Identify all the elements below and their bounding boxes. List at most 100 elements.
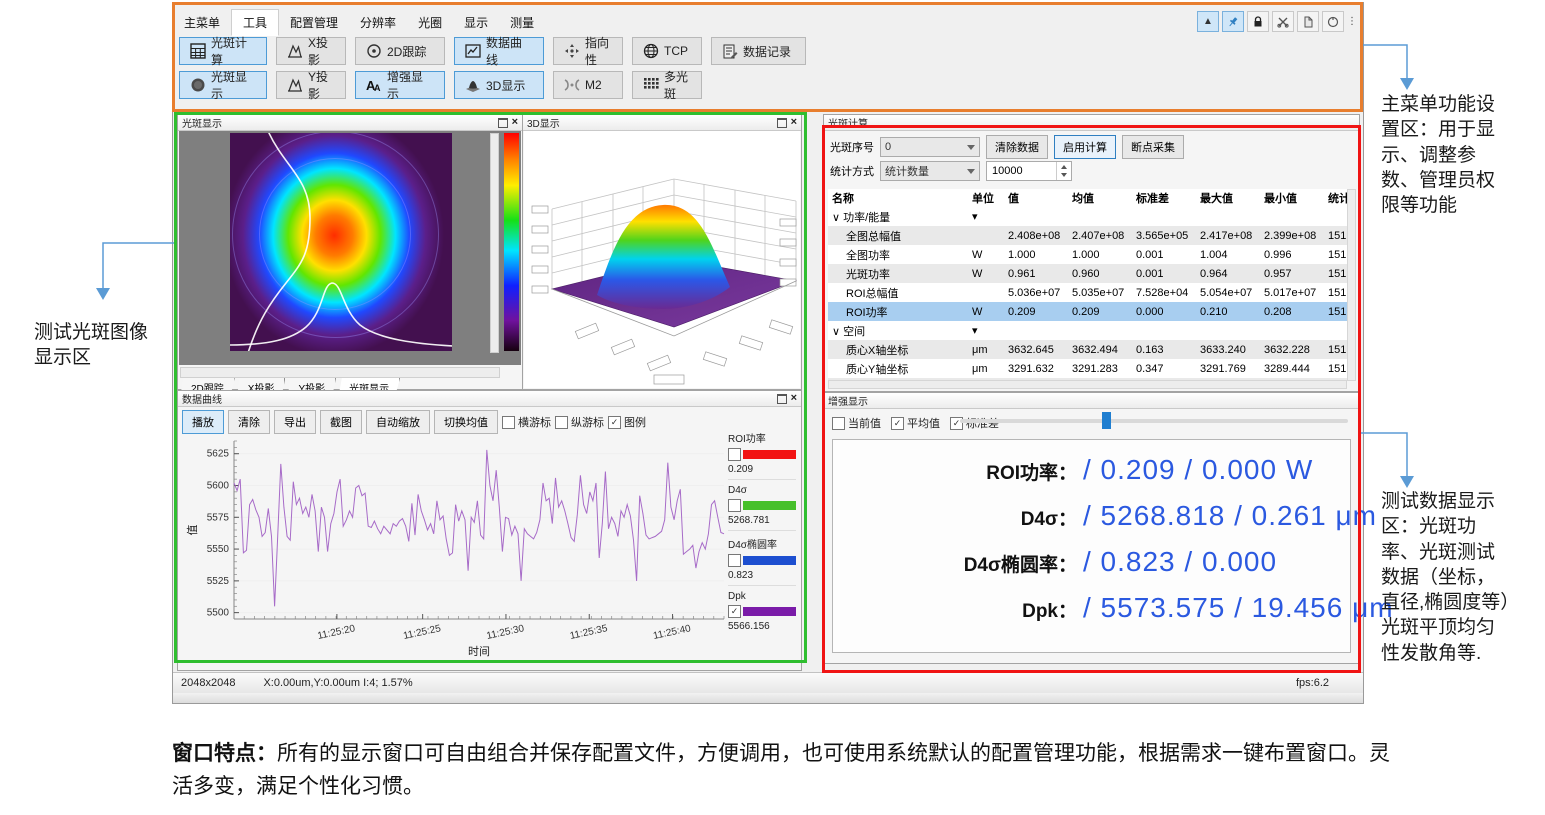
enhanced-value: / 0.209 / 0.000 W xyxy=(1083,454,1350,486)
legend-label: Dpk xyxy=(728,591,796,602)
spot-circle-icon xyxy=(190,77,206,93)
legend-value: 5566.156 xyxy=(728,621,796,632)
menu-tab-aperture[interactable]: 光圈 xyxy=(407,10,453,35)
close-icon[interactable]: × xyxy=(791,394,797,403)
checkbox-icon xyxy=(555,416,568,429)
track-2d-button[interactable]: 2D跟踪 xyxy=(355,37,445,65)
calc-panel-title: 光斑计算 xyxy=(828,115,1355,130)
float-window-icon[interactable] xyxy=(498,118,508,128)
table-row[interactable]: ROI总幅值5.036e+075.035e+077.528e+045.054e+… xyxy=(828,283,1347,302)
legend-checkbox[interactable] xyxy=(728,554,741,567)
checkbox-icon xyxy=(608,416,621,429)
toggle-mean-button[interactable]: 切换均值 xyxy=(434,410,498,434)
curve-legend: ROI功率0.209D4σ5268.781D4σ椭圆率0.823Dpk5566.… xyxy=(728,425,796,636)
threed-display-panel: 3D显示 × xyxy=(522,114,802,390)
play-button[interactable]: 播放 xyxy=(182,410,224,434)
current-value-checkbox[interactable]: 当前值 xyxy=(832,415,881,431)
help-icon[interactable] xyxy=(1322,11,1344,32)
legend-color-bar xyxy=(743,501,796,510)
h-cursor-checkbox[interactable]: 横游标 xyxy=(502,414,551,430)
table-row[interactable]: 质心Y轴坐标μm3291.6323291.2830.3473291.769328… xyxy=(828,359,1347,378)
legend-label: D4σ椭圆率 xyxy=(728,536,796,551)
table-row[interactable]: 全图功率W1.0001.0000.0011.0040.996151 xyxy=(828,245,1347,264)
table-horizontal-scrollbar[interactable] xyxy=(828,380,1347,389)
more-icon[interactable]: ⋮ xyxy=(1347,16,1357,27)
arrow-down-icon xyxy=(1400,476,1414,488)
legend-checkbox[interactable] xyxy=(728,499,741,512)
legend-item: D4σ椭圆率0.823 xyxy=(728,530,796,585)
table-cell: 5.035e+07 xyxy=(1068,287,1132,299)
button-label: 光斑显示 xyxy=(211,68,256,102)
column-header: 标准差 xyxy=(1132,190,1196,206)
menu-tab-config[interactable]: 配置管理 xyxy=(279,10,349,35)
spot-display-button[interactable]: 光斑显示 xyxy=(179,71,267,99)
collapse-arrow-icon[interactable]: ▲ xyxy=(1197,11,1219,32)
table-cell: 全图功率 xyxy=(828,247,968,263)
table-cell: 0.000 xyxy=(1132,306,1196,318)
stat-count-spinner[interactable]: 10000 xyxy=(986,161,1072,181)
spot-calc-button[interactable]: 光斑计算 xyxy=(179,37,267,65)
legend-item: ROI功率0.209 xyxy=(728,425,796,479)
enhanced-line: D4σ：/ 5268.818 / 0.261 μm xyxy=(833,500,1350,532)
table-row[interactable]: ROI功率W0.2090.2090.0000.2100.208151 xyxy=(828,302,1347,321)
menu-tab-resolution[interactable]: 分辨率 xyxy=(349,10,407,35)
clear-data-button[interactable]: 清除数据 xyxy=(986,135,1048,159)
table-row[interactable]: 全图总幅值2.408e+082.407e+083.565e+052.417e+0… xyxy=(828,226,1347,245)
legend-checkbox[interactable] xyxy=(728,448,741,461)
mean-value-checkbox[interactable]: 平均值 xyxy=(891,415,940,431)
m2-button[interactable]: M2 xyxy=(553,71,623,99)
button-label: 光斑计算 xyxy=(211,34,256,68)
window-control-icons: ▲ ⋮ xyxy=(1197,11,1357,32)
close-icon[interactable]: × xyxy=(512,118,518,127)
cursor-position-text: X:0.00um,Y:0.00um I:4; 1.57% xyxy=(263,677,1296,689)
enhanced-label: D4σ椭圆率： xyxy=(833,550,1083,577)
float-window-icon[interactable] xyxy=(777,118,787,128)
table-cell: 0.163 xyxy=(1132,344,1196,356)
document-icon[interactable] xyxy=(1297,11,1319,32)
screenshot-button[interactable]: 截图 xyxy=(320,410,362,434)
lock-icon[interactable] xyxy=(1247,11,1269,32)
pointing-button[interactable]: 指向性 xyxy=(553,37,623,65)
menu-tab-tools[interactable]: 工具 xyxy=(231,9,279,36)
table-vertical-scrollbar[interactable] xyxy=(1347,189,1356,381)
breakpoint-capture-button[interactable]: 断点采集 xyxy=(1122,135,1184,159)
table-cell: 0.209 xyxy=(1068,306,1132,318)
pin-icon[interactable] xyxy=(1222,11,1244,32)
menu-tab-display[interactable]: 显示 xyxy=(453,10,499,35)
table-row[interactable]: 光斑功率W0.9610.9600.0010.9640.957151 xyxy=(828,264,1347,283)
seq-select[interactable]: 0 xyxy=(880,137,980,157)
calc-controls-row1: 光斑序号 0 清除数据 启用计算 断点采集 xyxy=(830,135,1184,159)
enable-calc-button[interactable]: 启用计算 xyxy=(1054,135,1116,159)
menu-tab-main[interactable]: 主菜单 xyxy=(173,10,231,35)
legend-checkbox[interactable]: 图例 xyxy=(608,414,646,430)
table-row[interactable]: 质心X轴坐标μm3632.6453632.4940.1633633.240363… xyxy=(828,340,1347,359)
display-3d-button[interactable]: 3D显示 xyxy=(454,71,544,99)
autoscale-button[interactable]: 自动缩放 xyxy=(366,410,430,434)
data-record-button[interactable]: 数据记录 xyxy=(711,37,806,65)
x-projection-button[interactable]: X投影 xyxy=(276,37,346,65)
clear-button[interactable]: 清除 xyxy=(228,410,270,434)
stat-mode-select[interactable]: 统计数量 xyxy=(880,161,980,181)
tcp-button[interactable]: TCP xyxy=(632,37,702,65)
column-header: 均值 xyxy=(1068,190,1132,206)
menu-tab-measure[interactable]: 测量 xyxy=(499,10,545,35)
spinner-arrows-icon[interactable] xyxy=(1056,162,1071,180)
multi-spot-button[interactable]: 多光斑 xyxy=(632,71,702,99)
table-cell: 0.957 xyxy=(1260,268,1324,280)
float-window-icon[interactable] xyxy=(777,394,787,404)
close-icon[interactable]: × xyxy=(791,118,797,127)
export-button[interactable]: 导出 xyxy=(274,410,316,434)
slider-handle[interactable] xyxy=(1102,412,1111,429)
column-header: 值 xyxy=(1004,190,1068,206)
stddev-checkbox[interactable]: 标准差 xyxy=(950,415,999,431)
scissors-icon[interactable] xyxy=(1272,11,1294,32)
y-projection-button[interactable]: Y投影 xyxy=(276,71,346,99)
font-size-slider[interactable] xyxy=(960,419,1348,423)
data-curve-button[interactable]: 数据曲线 xyxy=(454,37,544,65)
legend-checkbox[interactable] xyxy=(728,605,741,618)
enhanced-display-button[interactable]: AA 增强显示 xyxy=(355,71,445,99)
checkbox-icon xyxy=(502,416,515,429)
beam-vertical-scrollbar[interactable] xyxy=(490,133,499,353)
beam-horizontal-scrollbar[interactable] xyxy=(180,367,500,378)
v-cursor-checkbox[interactable]: 纵游标 xyxy=(555,414,604,430)
